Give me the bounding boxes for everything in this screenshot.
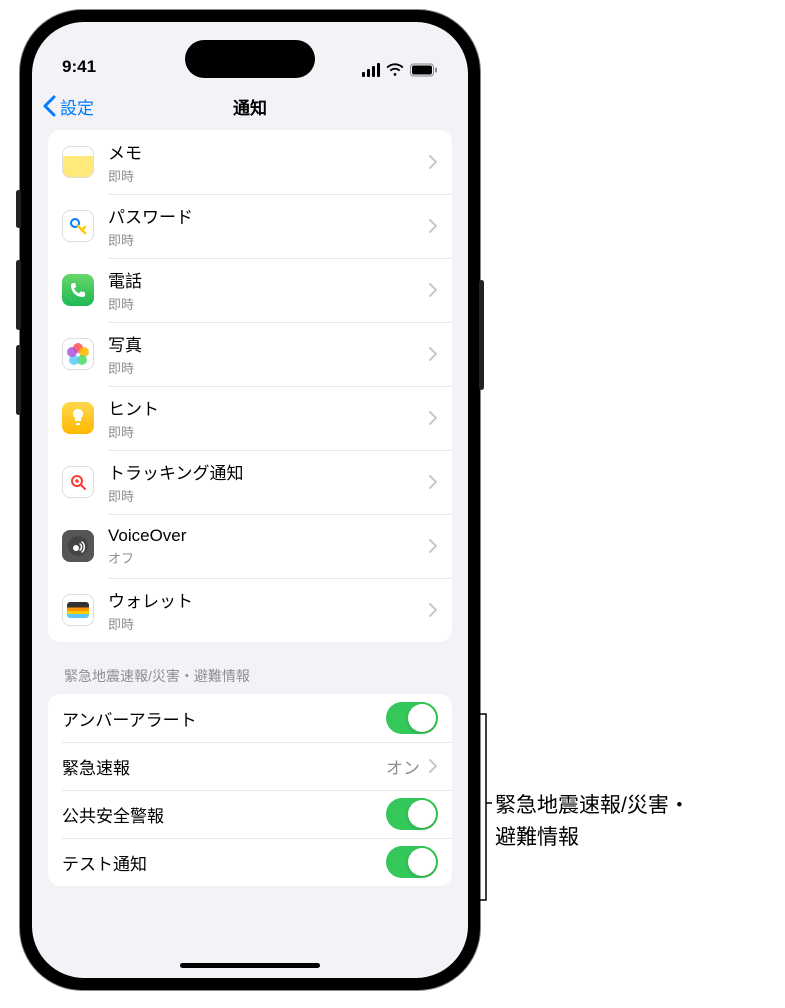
tips-icon	[62, 402, 94, 434]
app-name: パスワード	[108, 203, 428, 228]
chevron-right-icon	[428, 538, 438, 554]
chevron-left-icon	[42, 95, 56, 117]
alerts-list: アンバーアラート緊急速報オン公共安全警報テスト通知	[48, 694, 452, 886]
battery-icon	[410, 63, 438, 77]
alert-value: オン	[386, 754, 420, 779]
app-name: トラッキング通知	[108, 459, 428, 484]
page-title: 通知	[233, 94, 267, 119]
nav-bar: 設定 通知	[32, 82, 468, 130]
alerts-header: 緊急地震速報/災害・避難情報	[48, 642, 452, 694]
side-button	[16, 345, 21, 415]
back-button[interactable]: 設定	[42, 94, 94, 119]
app-subtitle: 即時	[108, 294, 428, 313]
status-time: 9:41	[62, 57, 96, 77]
app-row-passwords[interactable]: パスワード即時	[48, 194, 452, 258]
app-list: メモ即時パスワード即時電話即時写真即時ヒント即時トラッキング通知即時VoiceO…	[48, 130, 452, 642]
passwords-icon	[62, 210, 94, 242]
alert-label: テスト通知	[62, 850, 386, 875]
side-button	[479, 280, 484, 390]
app-name: 写真	[108, 331, 428, 356]
toggle-switch[interactable]	[386, 846, 438, 878]
app-subtitle: 即時	[108, 166, 428, 185]
app-name: VoiceOver	[108, 526, 428, 546]
annotation-bracket	[478, 713, 492, 901]
alert-row[interactable]: テスト通知	[48, 838, 452, 886]
app-row-voiceover[interactable]: VoiceOver オフ	[48, 514, 452, 578]
tracking-icon	[62, 466, 94, 498]
side-button	[16, 260, 21, 330]
app-subtitle: 即時	[108, 230, 428, 249]
chevron-right-icon	[428, 410, 438, 426]
notes-icon	[62, 146, 94, 178]
app-row-tips[interactable]: ヒント即時	[48, 386, 452, 450]
app-name: メモ	[108, 139, 428, 164]
toggle-switch[interactable]	[386, 702, 438, 734]
alert-row[interactable]: アンバーアラート	[48, 694, 452, 742]
wifi-icon	[386, 63, 404, 77]
chevron-right-icon	[428, 474, 438, 490]
app-subtitle: 即時	[108, 614, 428, 633]
alert-label: 緊急速報	[62, 754, 386, 779]
wallet-icon	[62, 594, 94, 626]
home-indicator[interactable]	[180, 963, 320, 968]
chevron-right-icon	[428, 282, 438, 298]
app-row-tracking[interactable]: トラッキング通知即時	[48, 450, 452, 514]
chevron-right-icon	[428, 154, 438, 170]
phone-frame: 9:41 設定 通	[20, 10, 480, 990]
app-row-photos[interactable]: 写真即時	[48, 322, 452, 386]
app-name: 電話	[108, 267, 428, 292]
voiceover-icon	[62, 530, 94, 562]
app-name: ヒント	[108, 395, 428, 420]
app-subtitle: 即時	[108, 486, 428, 505]
alert-label: アンバーアラート	[62, 706, 386, 731]
phone-icon	[62, 274, 94, 306]
toggle-switch[interactable]	[386, 798, 438, 830]
app-row-phone[interactable]: 電話即時	[48, 258, 452, 322]
alert-row[interactable]: 緊急速報オン	[48, 742, 452, 790]
photos-icon	[62, 338, 94, 370]
app-subtitle: オフ	[108, 548, 428, 567]
back-label: 設定	[60, 94, 94, 119]
annotation-label: 緊急地震速報/災害・避難情報	[495, 790, 690, 853]
app-row-notes[interactable]: メモ即時	[48, 130, 452, 194]
chevron-right-icon	[428, 602, 438, 618]
alert-label: 公共安全警報	[62, 802, 386, 827]
app-row-wallet[interactable]: ウォレット即時	[48, 578, 452, 642]
chevron-right-icon	[428, 218, 438, 234]
side-button	[16, 190, 21, 228]
chevron-right-icon	[428, 758, 438, 774]
app-subtitle: 即時	[108, 358, 428, 377]
app-name: ウォレット	[108, 587, 428, 612]
screen: 9:41 設定 通	[32, 22, 468, 978]
cellular-signal-icon	[362, 63, 380, 77]
chevron-right-icon	[428, 346, 438, 362]
alert-row[interactable]: 公共安全警報	[48, 790, 452, 838]
dynamic-island	[185, 40, 315, 78]
app-subtitle: 即時	[108, 422, 428, 441]
